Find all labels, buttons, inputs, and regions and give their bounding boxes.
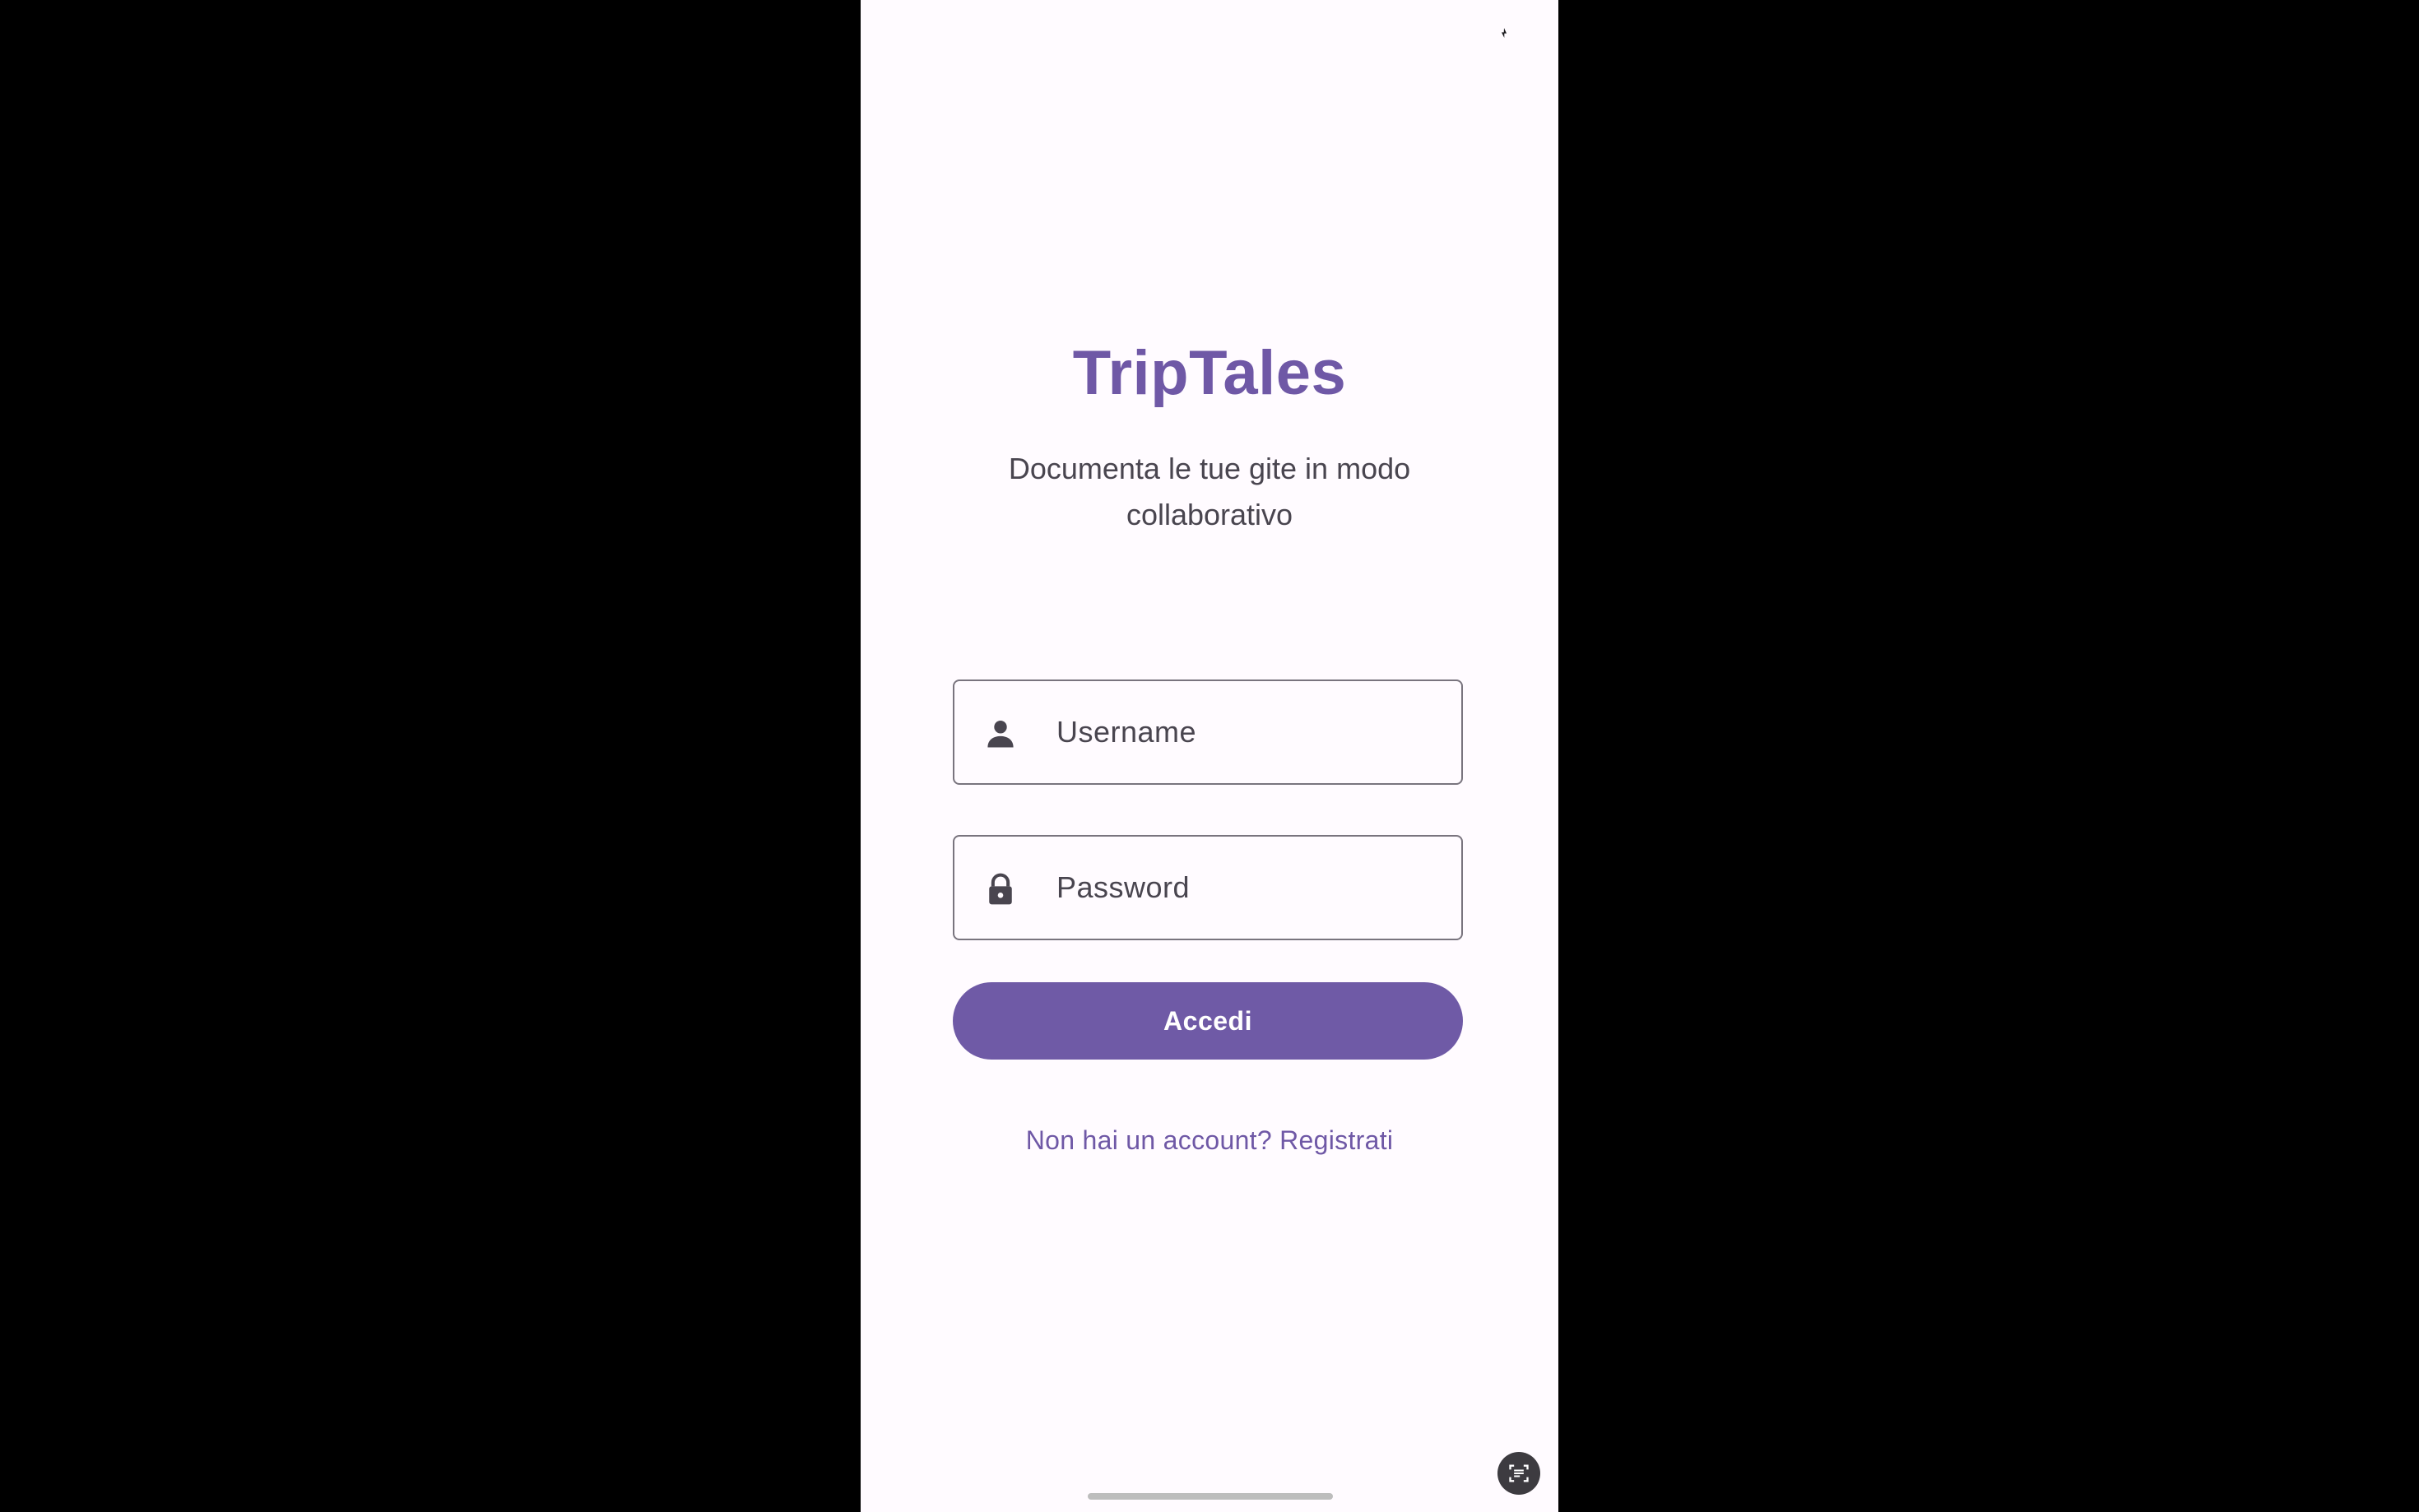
password-placeholder: Password xyxy=(1056,870,1191,904)
username-field[interactable]: Username xyxy=(953,679,1463,785)
username-placeholder: Username xyxy=(1056,715,1197,749)
app-title: TripTales xyxy=(1072,338,1347,408)
app-subtitle: Documenta le tue gite in modo collaborat… xyxy=(1008,452,1411,531)
screen-capture-icon xyxy=(1509,1464,1529,1482)
home-indicator[interactable] xyxy=(1088,1493,1333,1500)
screen-capture-button[interactable] xyxy=(1497,1452,1540,1495)
login-button[interactable]: Accedi xyxy=(953,982,1463,1060)
password-field[interactable]: Password xyxy=(953,835,1463,940)
register-link[interactable]: Non hai un account? Registrati xyxy=(861,1125,1558,1156)
person-icon xyxy=(982,716,1019,752)
lock-icon xyxy=(982,871,1019,907)
screen: TripTales Documenta le tue gite in modo … xyxy=(0,0,2419,1512)
phone-screen: TripTales Documenta le tue gite in modo … xyxy=(861,0,1558,1512)
